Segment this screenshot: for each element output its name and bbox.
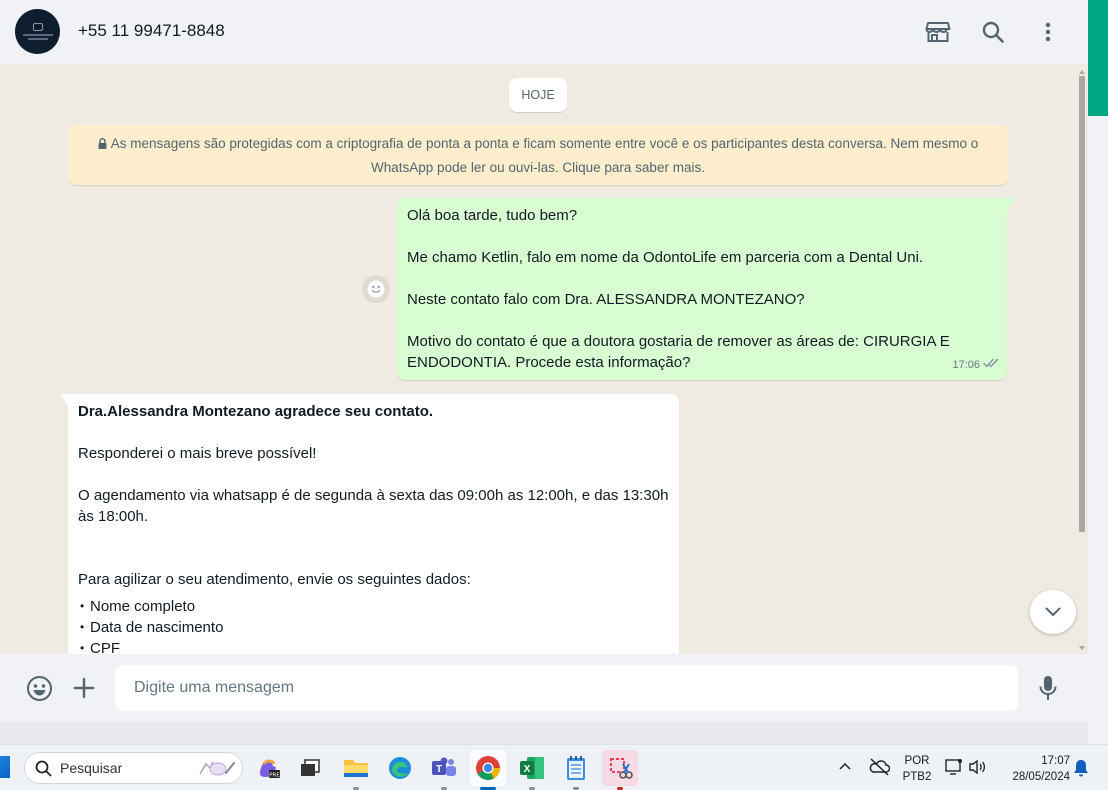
contact-avatar[interactable]	[15, 9, 60, 54]
teams-icon[interactable]: T	[426, 750, 462, 790]
search-icon	[35, 760, 52, 776]
message-line: Responderei o mais breve possível!	[78, 445, 317, 462]
svg-text:T: T	[436, 764, 442, 775]
message-list[interactable]: HOJE As mensagens são protegidas com a c…	[0, 64, 1088, 654]
notepad-icon[interactable]	[558, 750, 594, 790]
volume-icon[interactable]	[968, 758, 986, 781]
windows-taskbar: Pesquisar PRE T X POR PTB2 17:07 28/05/2…	[0, 744, 1108, 790]
excel-icon[interactable]: X	[514, 750, 550, 790]
message-line: Motivo do contato é que a doutora gostar…	[407, 333, 950, 371]
more-options-icon[interactable]	[1032, 16, 1064, 48]
message-composer	[0, 654, 1088, 722]
list-item: CPF	[78, 638, 669, 654]
onedrive-offline-icon[interactable]	[868, 757, 891, 782]
clock[interactable]: 17:07 28/05/2024	[1000, 753, 1070, 785]
chat-scrollbar[interactable]	[1078, 70, 1086, 650]
attach-plus-icon[interactable]	[68, 672, 100, 704]
smiley-icon	[367, 280, 385, 298]
search-label: Pesquisar	[60, 760, 123, 776]
scroll-to-bottom-button[interactable]	[1030, 590, 1076, 634]
chrome-icon[interactable]	[470, 750, 506, 790]
incoming-message[interactable]: Dra.Alessandra Montezano agradece seu co…	[60, 394, 679, 654]
double-check-icon	[983, 355, 1000, 376]
windows-start-icon[interactable]	[0, 756, 10, 778]
microphone-icon[interactable]	[1032, 672, 1064, 704]
chevron-down-icon	[1045, 607, 1061, 616]
svg-text:PRE: PRE	[269, 773, 280, 779]
list-item: Nome completo	[78, 596, 669, 617]
encryption-notice[interactable]: As mensagens são protegidas com a cripto…	[68, 125, 1008, 185]
task-view-icon[interactable]	[292, 750, 328, 786]
taskbar-search[interactable]: Pesquisar	[24, 752, 243, 784]
snipping-tool-icon[interactable]	[602, 750, 638, 790]
edge-browser-icon[interactable]	[382, 750, 418, 786]
message-line: Para agilizar o seu atendimento, envie o…	[78, 571, 471, 588]
desktop-gap	[0, 722, 1088, 744]
notification-bell-icon[interactable]	[1073, 759, 1089, 782]
copilot-app-icon[interactable]: PRE	[250, 750, 286, 786]
message-input[interactable]	[115, 665, 1018, 711]
catalog-store-icon[interactable]	[922, 16, 954, 48]
message-time: 17:06	[952, 359, 980, 371]
list-item: Data de nascimento	[78, 617, 669, 638]
file-explorer-icon[interactable]	[338, 750, 374, 790]
lock-icon	[98, 133, 107, 156]
message-meta: 17:06	[952, 355, 1000, 376]
whatsapp-window: +55 11 99471-8848 HOJE As mensagens são …	[0, 0, 1088, 722]
search-highlight-icon	[199, 761, 235, 776]
message-line: Neste contato falo com Dra. ALESSANDRA M…	[407, 291, 805, 308]
svg-text:X: X	[524, 764, 531, 775]
search-icon[interactable]	[977, 16, 1009, 48]
message-line: Me chamo Ketlin, falo em nome da OdontoL…	[407, 249, 924, 266]
network-icon[interactable]	[944, 757, 964, 782]
react-emoji-button[interactable]	[362, 275, 390, 303]
chat-header: +55 11 99471-8848	[0, 0, 1088, 64]
encryption-notice-text: As mensagens são protegidas com a cripto…	[110, 136, 979, 175]
outgoing-message[interactable]: Olá boa tarde, tudo bem? Me chamo Ketlin…	[397, 198, 1015, 380]
tray-overflow-chevron-icon[interactable]	[838, 759, 852, 778]
emoji-icon[interactable]	[23, 672, 55, 704]
message-line: Olá boa tarde, tudo bem?	[407, 207, 578, 224]
requested-data-list: Nome completo Data de nascimento CPF	[78, 596, 669, 654]
message-line: O agendamento via whatsapp é de segunda …	[78, 487, 669, 525]
date-divider: HOJE	[509, 78, 567, 112]
contact-name[interactable]: +55 11 99471-8848	[78, 21, 225, 41]
message-title: Dra.Alessandra Montezano agradece seu co…	[78, 403, 434, 420]
language-indicator[interactable]: POR PTB2	[898, 753, 936, 785]
adjacent-window-edge	[1088, 0, 1108, 744]
